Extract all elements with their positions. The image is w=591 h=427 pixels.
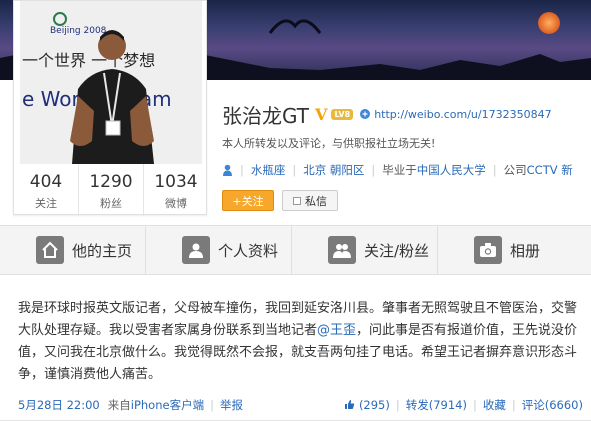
profile-meta: | 水瓶座 | 北京 朝阳区 | 毕业于 中国人民大学 | 公司 CCTV 新 [222, 162, 573, 178]
message-label: 私信 [305, 194, 327, 208]
tab-label: 关注/粉丝 [364, 241, 430, 260]
thumbs-up-icon [345, 400, 355, 409]
people-icon [328, 236, 356, 264]
tab-label: 相册 [510, 241, 541, 260]
avatar-card: 一个世界 一个梦想 e World Dream Beijing 2008 404… [13, 0, 208, 216]
tab-home[interactable]: 他的主页 [0, 226, 146, 274]
favorite-button[interactable]: 收藏 [483, 397, 506, 413]
avatar[interactable]: 一个世界 一个梦想 e World Dream Beijing 2008 [20, 1, 202, 164]
stat-following[interactable]: 404 关注 [14, 164, 79, 216]
message-icon [293, 196, 301, 205]
mention-link[interactable]: @王歪 [317, 323, 356, 338]
education-prefix: 毕业于 [382, 163, 417, 177]
source-link[interactable]: iPhone客户端 [131, 398, 204, 412]
gender-icon [223, 164, 232, 176]
bird-decoration [268, 19, 322, 34]
company-link[interactable]: CCTV 新 [527, 162, 573, 178]
tab-label: 个人资料 [218, 241, 279, 260]
like-count: (295) [358, 398, 390, 412]
link-icon [360, 109, 371, 119]
stat-followers[interactable]: 1290 粉丝 [79, 164, 144, 216]
post-time[interactable]: 5月28日 22:00 [18, 397, 100, 413]
person-icon [182, 236, 210, 264]
stat-label: 微博 [165, 197, 187, 210]
profile-stats: 404 关注 1290 粉丝 1034 微博 [14, 164, 208, 216]
verified-badge[interactable]: V [315, 105, 327, 124]
profile-nav: 他的主页 个人资料 关注/粉丝 相册 [0, 225, 591, 275]
post-text: 我是环球时报英文版记者，父母被车撞伤，我回到延安洛川县。肇事者无照驾驶且不管医治… [18, 298, 588, 386]
location-link[interactable]: 北京 朝阳区 [303, 162, 364, 178]
camera-icon [474, 236, 502, 264]
sun-decoration [538, 12, 560, 34]
repost-button[interactable]: 转发(7914) [406, 397, 467, 413]
profile-description: 本人所转发以及评论，与供职报社立场无关! [222, 137, 436, 150]
post-meta: 5月28日 22:00 来自iPhone客户端 | 举报 (295) | 转发(… [18, 397, 583, 413]
profile-name: 张治龙GT [222, 103, 310, 128]
stat-posts[interactable]: 1034 微博 [144, 164, 208, 216]
post-actions: (295) | 转发(7914) | 收藏 | 评论(6660) [344, 397, 583, 413]
svg-text:Beijing 2008: Beijing 2008 [50, 26, 107, 36]
like-button[interactable]: (295) [344, 398, 390, 412]
company-prefix: 公司 [503, 163, 527, 177]
follow-button[interactable]: +关注 [222, 190, 274, 211]
zodiac-link[interactable]: 水瓶座 [251, 162, 286, 178]
stat-value: 1290 [89, 172, 133, 192]
education-link[interactable]: 中国人民大学 [417, 162, 486, 178]
tab-label: 他的主页 [72, 241, 133, 260]
tab-follows[interactable]: 关注/粉丝 [292, 226, 438, 274]
tab-album[interactable]: 相册 [438, 226, 584, 274]
home-icon [36, 236, 64, 264]
action-buttons: +关注 私信 [222, 190, 338, 211]
stat-value: 404 [29, 172, 63, 192]
name-row: 张治龙GT V LV8 http://weibo.com/u/173235084… [222, 100, 552, 128]
source-prefix: 来自 [107, 398, 131, 412]
svg-text:一个世界 一个梦想: 一个世界 一个梦想 [22, 51, 155, 70]
avatar-photo-image: 一个世界 一个梦想 e World Dream Beijing 2008 [20, 1, 202, 164]
tab-profile[interactable]: 个人资料 [146, 226, 292, 274]
message-button[interactable]: 私信 [282, 190, 338, 211]
divider [0, 420, 591, 421]
post-source: 来自iPhone客户端 [108, 397, 204, 413]
comment-button[interactable]: 评论(6660) [522, 397, 583, 413]
level-badge[interactable]: LV8 [331, 108, 354, 120]
stat-value: 1034 [154, 172, 198, 192]
stat-label: 关注 [35, 197, 57, 210]
stat-label: 粉丝 [100, 197, 122, 210]
report-link[interactable]: 举报 [220, 397, 243, 413]
profile-url[interactable]: http://weibo.com/u/1732350847 [374, 108, 551, 121]
